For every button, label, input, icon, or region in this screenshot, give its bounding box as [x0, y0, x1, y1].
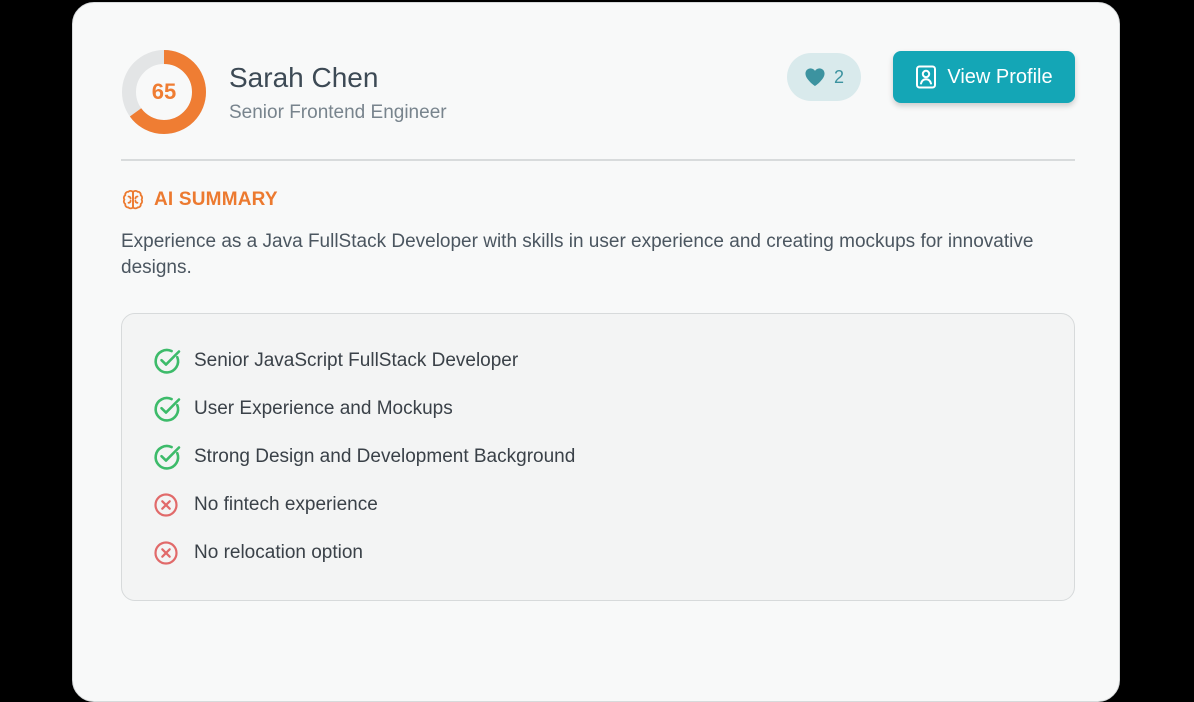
check-circle-icon	[152, 395, 182, 423]
section-divider	[121, 159, 1075, 161]
candidate-header: 65 Sarah Chen Senior Frontend Engineer 2…	[121, 49, 1075, 139]
list-item: Senior JavaScript FullStack Developer	[152, 347, 518, 375]
candidate-name: Sarah Chen	[229, 62, 379, 93]
profile-card-icon	[916, 65, 937, 89]
ai-summary-text: Experience as a Java FullStack Developer…	[121, 231, 1034, 278]
list-item: User Experience and Mockups	[152, 395, 453, 423]
check-circle-icon	[152, 347, 182, 375]
brain-icon	[122, 189, 144, 210]
list-item: No fintech experience	[152, 491, 378, 519]
ai-summary-title: AI SUMMARY	[154, 189, 278, 210]
x-circle-icon	[152, 539, 182, 567]
match-score-ring: 65	[121, 49, 207, 135]
like-button[interactable]: 2	[787, 53, 861, 101]
like-count: 2	[833, 66, 844, 87]
highlight-label: No fintech experience	[194, 494, 378, 515]
candidate-card: 65 Sarah Chen Senior Frontend Engineer 2…	[72, 2, 1120, 702]
highlight-label: Senior JavaScript FullStack Developer	[194, 350, 519, 371]
highlight-label: No relocation option	[194, 542, 363, 563]
view-profile-label: View Profile	[947, 65, 1053, 88]
list-item: Strong Design and Development Background	[152, 443, 575, 471]
check-circle-icon	[152, 443, 182, 471]
x-circle-icon	[152, 491, 182, 519]
list-item: No relocation option	[152, 539, 363, 567]
view-profile-button[interactable]: View Profile	[893, 51, 1075, 103]
ai-summary-heading: AI SUMMARY	[121, 188, 278, 212]
heart-icon	[805, 68, 825, 87]
highlight-label: Strong Design and Development Background	[194, 446, 576, 467]
highlights-panel: Senior JavaScript FullStack Developer Us…	[121, 313, 1075, 601]
candidate-role: Senior Frontend Engineer	[229, 102, 447, 123]
match-score-value: 65	[151, 79, 177, 104]
highlight-label: User Experience and Mockups	[194, 398, 453, 419]
